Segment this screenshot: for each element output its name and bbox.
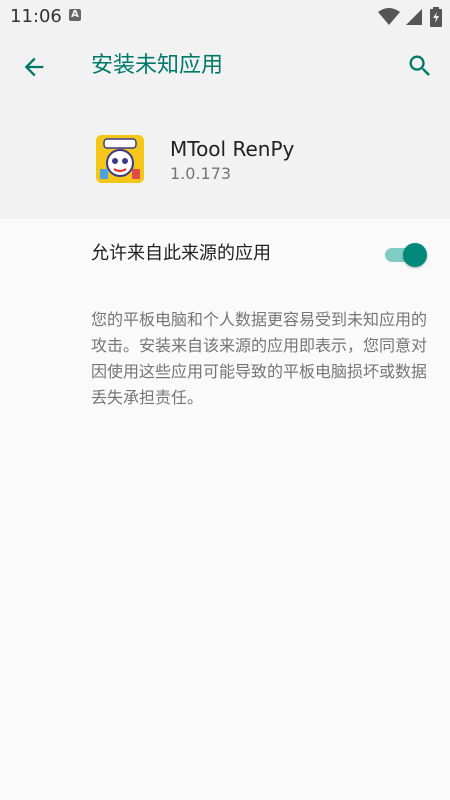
page-title: 安装未知应用 — [91, 53, 224, 78]
toggle-thumb — [403, 243, 427, 267]
app-header: MTool RenPy 1.0.173 — [0, 101, 450, 219]
wifi-icon — [378, 8, 400, 25]
setting-label: 允许来自此来源的应用 — [91, 243, 271, 264]
status-time: 11:06 — [10, 6, 62, 27]
a-icon: A — [69, 9, 81, 21]
renpy-app-icon — [96, 135, 144, 183]
app-name: MTool RenPy — [170, 137, 295, 161]
arrow-left-icon[interactable] — [20, 53, 48, 81]
allow-source-setting-row[interactable]: 允许来自此来源的应用 — [0, 219, 450, 289]
app-version: 1.0.173 — [170, 164, 232, 183]
search-icon[interactable] — [406, 52, 434, 80]
allow-source-toggle[interactable] — [383, 243, 427, 267]
signal-icon — [406, 9, 422, 25]
battery-icon — [430, 7, 442, 27]
status-bar: 11:06 A — [0, 0, 450, 33]
status-indicators — [378, 6, 442, 28]
warning-text: 您的平板电脑和个人数据更容易受到未知应用的攻击。安装来自该来源的应用即表示，您同… — [91, 310, 428, 407]
app-bar: 安装未知应用 — [0, 33, 450, 101]
